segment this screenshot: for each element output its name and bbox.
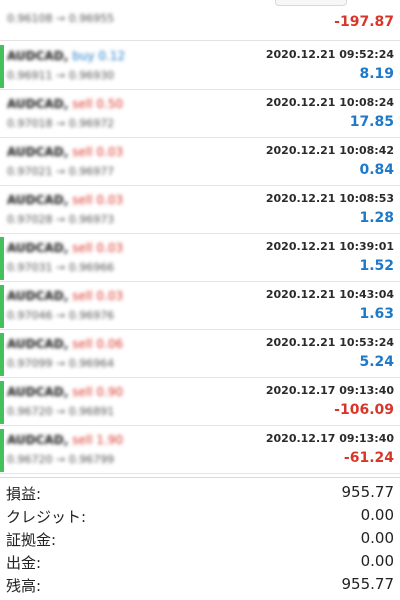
summary-value: 955.77 bbox=[341, 483, 395, 501]
summary-row-profit: 損益: 955.77 bbox=[6, 483, 394, 505]
trade-symbol-line: AUDCAD, sell 0.06 bbox=[7, 337, 124, 351]
summary-label: 出金: bbox=[6, 554, 42, 572]
trade-symbol-line: AUDCAD, sell 0.03 bbox=[7, 193, 124, 207]
trade-profit: -61.24 bbox=[343, 450, 394, 466]
account-summary: 損益: 955.77 クレジット: 0.00 証拠金: 0.00 出金: 0.0… bbox=[0, 477, 400, 600]
trade-profit: 8.19 bbox=[359, 66, 394, 82]
trade-symbol: AUDCAD bbox=[7, 433, 64, 447]
trade-time: 2020.12.21 10:08:42 bbox=[265, 144, 394, 157]
trade-prices: 0.96911 → 0.96930 bbox=[7, 69, 115, 82]
summary-value: 0.00 bbox=[360, 552, 394, 570]
trade-prices: 0.97021 → 0.96977 bbox=[7, 165, 115, 178]
trade-profit: 1.52 bbox=[359, 258, 394, 274]
trade-direction: sell 0.50 bbox=[72, 97, 124, 111]
summary-value: 955.77 bbox=[341, 575, 395, 593]
trade-symbol: AUDCAD bbox=[7, 145, 64, 159]
trade-prices: 0.96720 → 0.96799 bbox=[7, 453, 115, 466]
row-indicator-bar bbox=[0, 333, 4, 376]
trade-direction: sell 0.03 bbox=[72, 289, 124, 303]
trade-time: 2020.12.21 10:43:04 bbox=[265, 288, 394, 301]
trade-direction: sell 0.03 bbox=[72, 241, 124, 255]
trade-profit: 0.84 bbox=[359, 162, 394, 178]
trade-time: 2020.12.21 10:08:24 bbox=[265, 96, 394, 109]
trade-profit: -106.09 bbox=[334, 402, 394, 418]
trade-time: 2020.12.17 09:13:40 bbox=[265, 384, 394, 397]
trade-symbol: AUDCAD bbox=[7, 97, 64, 111]
summary-value: 0.00 bbox=[360, 529, 394, 547]
trade-prices: 0.97046 → 0.96976 bbox=[7, 309, 115, 322]
trade-prices: 0.96108 → 0.96955 bbox=[7, 12, 115, 25]
trade-row[interactable]: AUDCAD, sell 0.03 0.97028 → 0.96973 2020.12… bbox=[0, 187, 400, 234]
trade-direction: sell 0.03 bbox=[72, 193, 124, 207]
trade-symbol-line: AUDCAD, sell 0.90 bbox=[7, 385, 124, 399]
trade-profit: 1.28 bbox=[359, 210, 394, 226]
trade-time: 2020.12.17 09:13:40 bbox=[265, 432, 394, 445]
row-indicator-bar bbox=[0, 237, 4, 280]
summary-value: 0.00 bbox=[360, 506, 394, 524]
trade-symbol: AUDCAD bbox=[7, 289, 64, 303]
trade-symbol: AUDCAD bbox=[7, 385, 64, 399]
trade-profit: 5.24 bbox=[359, 354, 394, 370]
summary-row-withdrawal: 出金: 0.00 bbox=[6, 552, 394, 574]
trade-direction: buy 0.12 bbox=[72, 49, 126, 63]
trade-direction: sell 0.06 bbox=[72, 337, 124, 351]
trade-row[interactable]: AUDCAD, sell 0.90 0.96720 → 0.96891 2020.12… bbox=[0, 379, 400, 426]
trade-direction: sell 0.03 bbox=[72, 145, 124, 159]
trade-row[interactable]: AUDCAD, sell 0.50 0.97018 → 0.96972 2020.12… bbox=[0, 91, 400, 138]
trade-row[interactable]: AUDCAD, buy 0.12 0.96911 → 0.96930 2020.12.… bbox=[0, 43, 400, 90]
trade-symbol: AUDCAD bbox=[7, 241, 64, 255]
trade-row[interactable]: AUDCAD, sell 0.03 0.97046 → 0.96976 2020.12… bbox=[0, 283, 400, 330]
summary-label: 損益: bbox=[6, 485, 42, 503]
trade-time: 2020.12.21 10:08:53 bbox=[265, 192, 394, 205]
trade-profit: -197.87 bbox=[334, 14, 394, 30]
trade-row[interactable]: AUDCAD, sell 0.06 0.97099 → 0.96964 2020.12… bbox=[0, 331, 400, 378]
trade-symbol: AUDCAD bbox=[7, 49, 64, 63]
trade-row[interactable]: AUDCAD, sell 0.03 0.97031 → 0.96966 2020.12… bbox=[0, 235, 400, 282]
trade-symbol-line: AUDCAD, sell 0.03 bbox=[7, 241, 124, 255]
trade-prices: 0.96720 → 0.96891 bbox=[7, 405, 115, 418]
trade-direction: sell 1.90 bbox=[72, 433, 124, 447]
summary-row-balance: 残高: 955.77 bbox=[6, 575, 394, 597]
history-row-partial[interactable]: 0.96108 → 0.96955 -197.87 bbox=[0, 0, 400, 41]
trade-profit: 1.63 bbox=[359, 306, 394, 322]
trade-prices: 0.97031 → 0.96966 bbox=[7, 261, 115, 274]
trade-symbol: AUDCAD bbox=[7, 193, 64, 207]
trade-prices: 0.97028 → 0.96973 bbox=[7, 213, 115, 226]
trade-symbol: AUDCAD bbox=[7, 337, 64, 351]
trade-row[interactable]: AUDCAD, sell 1.90 0.96720 → 0.96799 2020.12… bbox=[0, 427, 400, 474]
summary-row-credit: クレジット: 0.00 bbox=[6, 506, 394, 528]
summary-label: クレジット: bbox=[6, 508, 87, 526]
row-indicator-bar bbox=[0, 45, 4, 88]
trade-prices: 0.97099 → 0.96964 bbox=[7, 357, 115, 370]
trade-symbol-line: AUDCAD, sell 1.90 bbox=[7, 433, 124, 447]
trade-direction: sell 0.90 bbox=[72, 385, 124, 399]
trade-time: 2020.12.21 10:39:01 bbox=[265, 240, 394, 253]
summary-label: 残高: bbox=[6, 577, 42, 595]
row-indicator-bar bbox=[0, 381, 4, 424]
trade-profit: 17.85 bbox=[349, 114, 394, 130]
trade-symbol-line: AUDCAD, sell 0.03 bbox=[7, 289, 124, 303]
trade-row[interactable]: AUDCAD, sell 0.03 0.97021 → 0.96977 2020.12… bbox=[0, 139, 400, 186]
trade-symbol-line: AUDCAD, sell 0.03 bbox=[7, 145, 124, 159]
scroll-handle[interactable] bbox=[275, 0, 347, 6]
row-indicator-bar bbox=[0, 285, 4, 328]
summary-label: 証拠金: bbox=[6, 531, 57, 549]
trade-symbol-line: AUDCAD, sell 0.50 bbox=[7, 97, 124, 111]
trade-time: 2020.12.21 09:52:24 bbox=[265, 48, 394, 61]
summary-row-margin: 証拠金: 0.00 bbox=[6, 529, 394, 551]
trade-time: 2020.12.21 10:53:24 bbox=[265, 336, 394, 349]
trade-prices: 0.97018 → 0.96972 bbox=[7, 117, 115, 130]
row-indicator-bar bbox=[0, 429, 4, 472]
trade-symbol-line: AUDCAD, buy 0.12 bbox=[7, 49, 126, 63]
